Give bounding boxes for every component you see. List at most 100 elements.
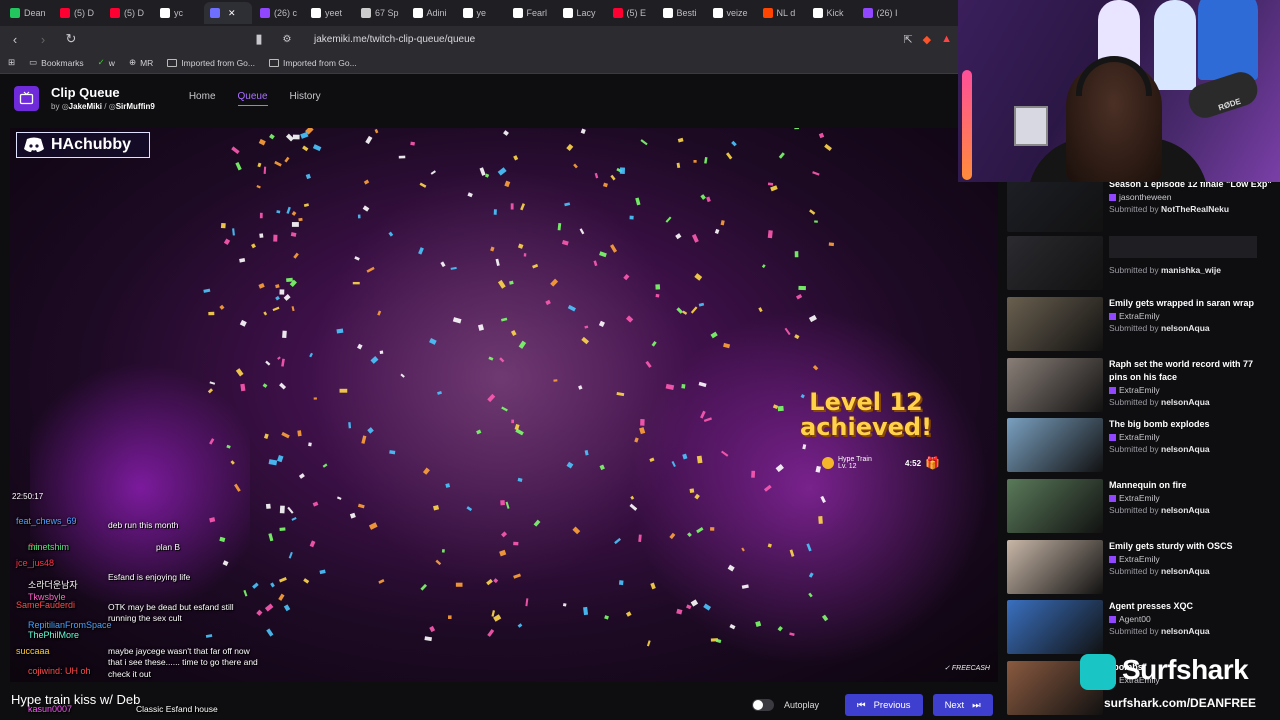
queue-item[interactable]: Emily gets sturdy with OSCS ExtraEmily Sub…: [1007, 540, 1273, 596]
confetti-piece: [283, 294, 291, 301]
browser-tab[interactable]: yeet: [305, 2, 353, 24]
url-field[interactable]: jakemiki.me/twitch-clip-queue/queue: [314, 34, 475, 45]
confetti-piece: [751, 470, 756, 478]
confetti-piece: [230, 460, 235, 465]
queue-item-info: Raph set the world record with 77 pins o…: [1109, 358, 1273, 414]
queue-item[interactable]: Raph set the world record with 77 pins o…: [1007, 358, 1273, 414]
queue-item[interactable]: Submitted by manishka_wije: [1007, 236, 1273, 292]
clip-thumbnail: [1007, 297, 1103, 351]
confetti-piece: [727, 564, 735, 572]
confetti-piece: [675, 233, 682, 240]
queue-item-channel: ExtraEmily: [1109, 384, 1273, 396]
autoplay-toggle[interactable]: [752, 699, 774, 711]
brave-shield-icon[interactable]: ◆: [923, 33, 931, 46]
browser-tab[interactable]: (5) D: [104, 2, 152, 24]
confetti-piece: [231, 146, 240, 155]
browser-tab[interactable]: yc: [154, 2, 202, 24]
confetti-piece: [365, 135, 373, 145]
author-link-sirmuffin[interactable]: SirMuffin9: [116, 102, 155, 111]
confetti-piece: [703, 417, 712, 423]
next-button[interactable]: Next ⏭: [932, 694, 993, 716]
confetti-piece: [490, 246, 495, 252]
nav-history[interactable]: History: [290, 91, 321, 106]
queue-item[interactable]: Agent presses XQC Agent00 Submitted by nel…: [1007, 600, 1273, 656]
confetti-piece: [223, 238, 231, 245]
confetti-piece: [638, 534, 642, 543]
confetti-piece: [264, 603, 274, 612]
bookmark-imported-2[interactable]: Imported from Go...: [269, 58, 357, 68]
browser-tab[interactable]: veize: [707, 2, 755, 24]
queue-item-channel: ExtraEmily: [1109, 431, 1210, 443]
tab-favicon-icon: [260, 8, 270, 18]
browser-tab[interactable]: (5) D: [54, 2, 102, 24]
wall-decoration: [1154, 0, 1196, 90]
browser-tab[interactable]: (5) E: [607, 2, 655, 24]
confetti-piece: [266, 628, 274, 637]
confetti-piece: [282, 330, 287, 339]
confetti-piece: [772, 404, 779, 410]
browser-tab[interactable]: Kick: [807, 2, 855, 24]
apps-icon[interactable]: ⊞: [8, 57, 15, 68]
clip-thumbnail: [1007, 479, 1103, 533]
confetti-piece: [690, 599, 699, 607]
confetti-piece: [312, 144, 322, 152]
chat-username: SameFauderdi: [16, 600, 76, 610]
browser-tab[interactable]: Dean: [4, 2, 52, 24]
queue-item[interactable]: Mannequin on fire ExtraEmily Submitted by …: [1007, 479, 1273, 535]
queue-item[interactable]: Season 1 episode 12 finale "Low Exp" jaso…: [1007, 178, 1273, 234]
browser-tab[interactable]: Besti: [657, 2, 705, 24]
confetti-piece: [367, 427, 374, 434]
confetti-piece: [619, 167, 626, 174]
forward-icon[interactable]: ›: [36, 32, 50, 47]
confetti-piece: [511, 419, 515, 424]
share-icon[interactable]: ⇱: [903, 33, 912, 46]
confetti-piece: [265, 360, 271, 366]
bookmark-imported-1[interactable]: Imported from Go...: [167, 58, 255, 68]
author-link-jakemiki[interactable]: JakeMiki: [69, 102, 102, 111]
browser-tab[interactable]: 67 Sp: [355, 2, 405, 24]
reload-icon[interactable]: ↻: [64, 31, 78, 47]
discord-badge: HAchubby: [16, 132, 150, 158]
confetti-piece: [618, 580, 624, 586]
browser-tab[interactable]: NL d: [757, 2, 805, 24]
rewards-icon[interactable]: ▲: [941, 33, 952, 46]
bookmark-page-icon[interactable]: ▮: [252, 31, 266, 47]
confetti-piece: [710, 527, 715, 531]
confetti-piece: [410, 141, 415, 146]
bookmark-w[interactable]: ✓ w: [98, 57, 115, 68]
confetti-piece: [533, 519, 541, 527]
app-logo[interactable]: [14, 85, 39, 111]
confetti-piece: [263, 311, 268, 316]
microphone: [1184, 68, 1262, 122]
queue-item[interactable]: Emily gets wrapped in saran wrap ExtraEmi…: [1007, 297, 1273, 353]
confetti-piece: [761, 264, 766, 269]
browser-tab[interactable]: (26) c: [254, 2, 303, 24]
confetti-piece: [269, 133, 275, 140]
nav-home[interactable]: Home: [189, 91, 216, 106]
confetti-piece: [466, 506, 473, 512]
confetti-piece: [694, 273, 703, 281]
clip-video-player[interactable]: HAchubby Level 12 achieved! Hype Train L…: [10, 128, 998, 682]
confetti-piece: [400, 373, 405, 378]
twitch-icon: [1109, 615, 1116, 623]
browser-tab[interactable]: Fearl: [507, 2, 555, 24]
back-icon[interactable]: ‹: [8, 32, 22, 47]
browser-tab[interactable]: Lacy: [557, 2, 605, 24]
confetti-piece: [302, 145, 309, 152]
browser-tab[interactable]: Adini: [407, 2, 455, 24]
nav-queue[interactable]: Queue: [237, 91, 268, 106]
browser-tab[interactable]: ye: [457, 2, 505, 24]
bookmark-bookmarks[interactable]: ▭ Bookmarks: [29, 57, 84, 68]
browser-tab[interactable]: (26) I: [857, 2, 905, 24]
site-info-icon[interactable]: ⚙: [280, 34, 294, 45]
confetti-piece: [283, 604, 291, 612]
previous-button[interactable]: ⏮ Previous: [845, 694, 923, 716]
queue-item[interactable]: The big bomb explodes ExtraEmily Submitted…: [1007, 418, 1273, 474]
browser-tab[interactable]: ✕: [204, 2, 252, 24]
close-tab-icon[interactable]: ✕: [228, 8, 236, 19]
confetti-piece: [207, 388, 214, 394]
chat-username: cojiwind: UH oh: [28, 666, 91, 676]
bookmark-mr[interactable]: ⊕ MR: [129, 57, 153, 68]
confetti-piece: [553, 379, 558, 382]
confetti-piece: [517, 243, 524, 249]
